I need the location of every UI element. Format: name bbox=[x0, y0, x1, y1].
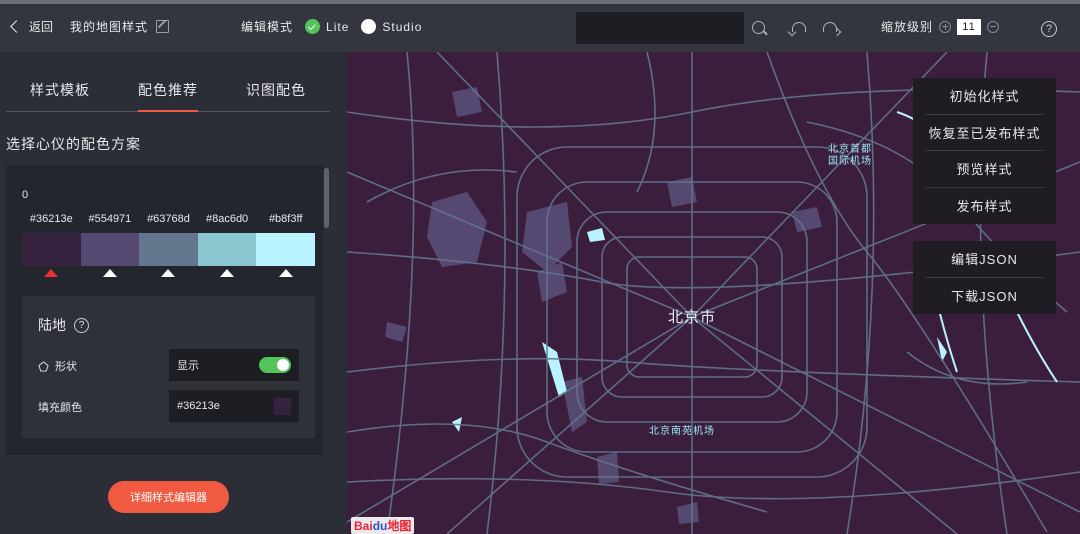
palette-hex-label: #8ac6d0 bbox=[205, 213, 249, 225]
palette-marker[interactable] bbox=[81, 269, 140, 277]
palette-scrollbar[interactable] bbox=[324, 168, 329, 228]
zoom-value[interactable]: 11 bbox=[957, 18, 982, 35]
section-subtitle: 选择心仪的配色方案 bbox=[6, 136, 141, 152]
search-input[interactable] bbox=[576, 12, 744, 44]
land-title-label: 陆地 bbox=[38, 317, 66, 333]
restore-published-button[interactable]: 恢复至已发布样式 bbox=[925, 115, 1044, 151]
shape-row-label: 形状 bbox=[38, 358, 77, 374]
edit-json-button[interactable]: 编辑JSON bbox=[925, 241, 1044, 278]
zoom-control: 缩放级别 11 bbox=[881, 18, 1000, 35]
sidebar-tabs: 样式模板 配色推荐 识图配色 bbox=[6, 74, 330, 112]
fill-color-value: #36213e bbox=[177, 400, 220, 412]
triangle-up-icon bbox=[44, 269, 59, 277]
pentagon-icon bbox=[38, 360, 49, 372]
palette-swatch[interactable] bbox=[80, 233, 140, 266]
zoom-in-icon[interactable] bbox=[939, 20, 952, 33]
palette-index: 0 bbox=[22, 189, 29, 201]
logo-cn: 地图 bbox=[387, 519, 412, 533]
publish-style-button[interactable]: 发布样式 bbox=[925, 188, 1044, 225]
tab-style-template[interactable]: 样式模板 bbox=[6, 74, 114, 111]
south-airport-label: 北京南苑机场 bbox=[649, 426, 715, 437]
help-circle-icon[interactable]: ? bbox=[74, 317, 89, 333]
radio-studio-icon[interactable] bbox=[361, 19, 377, 34]
palette-marker[interactable] bbox=[198, 269, 257, 277]
palette-panel: 0 #36213e #554971 #63768d #8ac6d0 #b8f3ff 陆地… bbox=[6, 165, 323, 455]
shape-visible-toggle[interactable] bbox=[259, 357, 291, 373]
palette-swatch-row bbox=[22, 233, 315, 266]
detail-style-editor-button[interactable]: 详细样式编辑器 bbox=[108, 481, 229, 513]
airport-label-line1: 北京首都 bbox=[828, 144, 872, 155]
preview-style-button[interactable]: 预览样式 bbox=[925, 151, 1044, 188]
palette-hex-row: #36213e #554971 #63768d #8ac6d0 #b8f3ff bbox=[22, 213, 315, 225]
search-icon[interactable] bbox=[752, 21, 765, 34]
palette-hex-label: #63768d bbox=[147, 213, 190, 225]
mode-studio-label[interactable]: Studio bbox=[382, 20, 422, 34]
palette-swatch[interactable] bbox=[22, 233, 81, 266]
land-title: 陆地 ? bbox=[38, 315, 89, 335]
help-icon[interactable]: ? bbox=[1041, 21, 1057, 37]
fill-label: 填充颜色 bbox=[38, 402, 82, 414]
mode-label: 编辑模式 bbox=[241, 20, 294, 34]
palette-swatch[interactable] bbox=[139, 233, 198, 266]
airport-label-line2: 国际机场 bbox=[828, 156, 872, 167]
edit-icon[interactable] bbox=[156, 20, 170, 33]
palette-marker[interactable] bbox=[139, 269, 198, 277]
shape-value: 显示 bbox=[177, 360, 199, 372]
palette-hex-label: #36213e bbox=[29, 213, 73, 225]
triangle-up-icon bbox=[102, 269, 117, 277]
shape-field: 显示 bbox=[169, 349, 299, 381]
style-sidebar: 样式模板 配色推荐 识图配色 选择心仪的配色方案 0 #36213e #55497… bbox=[0, 52, 347, 534]
land-settings: 陆地 ? 形状 显示 填充颜色 #36213e bbox=[22, 296, 315, 438]
tab-image-color[interactable]: 识图配色 bbox=[222, 74, 330, 111]
palette-swatch[interactable] bbox=[197, 233, 257, 266]
map-name-label: 我的地图样式 bbox=[70, 20, 149, 34]
download-json-button[interactable]: 下载JSON bbox=[925, 278, 1044, 315]
airport-label: 北京首都 国际机场 bbox=[828, 144, 872, 168]
fill-color-field[interactable]: #36213e bbox=[169, 390, 299, 422]
map-canvas[interactable]: 北京市 北京首都 国际机场 北京南苑机场 初始化样式 恢复至已发布样式 预览样式… bbox=[347, 52, 1080, 534]
fill-row-label: 填充颜色 bbox=[38, 399, 82, 415]
triangle-up-icon bbox=[161, 269, 176, 277]
redo-icon[interactable] bbox=[823, 22, 837, 32]
palette-hex-label: #554971 bbox=[88, 213, 132, 225]
zoom-out-icon[interactable] bbox=[987, 20, 1000, 33]
palette-hex-label: #b8f3ff bbox=[268, 213, 303, 225]
city-label: 北京市 bbox=[668, 309, 717, 326]
tab-color-recommend[interactable]: 配色推荐 bbox=[114, 74, 222, 112]
top-toolbar: 返回 我的地图样式 编辑模式 Lite Studio 缩放级别 11 ? bbox=[0, 0, 1080, 52]
chevron-left-icon bbox=[10, 20, 23, 33]
mode-lite-label[interactable]: Lite bbox=[326, 20, 349, 34]
zoom-label: 缩放级别 bbox=[881, 20, 934, 34]
back-button[interactable]: 返回 bbox=[10, 18, 54, 35]
style-actions-menu: 初始化样式 恢复至已发布样式 预览样式 发布样式 bbox=[913, 78, 1056, 224]
init-style-button[interactable]: 初始化样式 bbox=[925, 78, 1044, 115]
palette-marker[interactable] bbox=[256, 269, 315, 277]
mode-switch: 编辑模式 Lite Studio bbox=[241, 18, 422, 35]
triangle-up-icon bbox=[278, 269, 293, 277]
palette-swatch[interactable] bbox=[256, 233, 315, 266]
json-actions-menu: 编辑JSON 下载JSON bbox=[913, 241, 1056, 314]
back-label: 返回 bbox=[29, 20, 54, 34]
fill-color-swatch[interactable] bbox=[274, 398, 291, 415]
undo-icon[interactable] bbox=[792, 22, 806, 32]
triangle-up-icon bbox=[220, 269, 235, 277]
logo-du: du bbox=[372, 519, 388, 533]
logo-bai: Bai bbox=[354, 519, 373, 533]
baidu-map-logo: Baidu地图 bbox=[351, 517, 415, 534]
palette-marker[interactable] bbox=[22, 269, 81, 277]
map-name: 我的地图样式 bbox=[70, 18, 170, 35]
radio-lite-checked-icon[interactable] bbox=[305, 19, 321, 34]
palette-marker-row bbox=[22, 269, 315, 277]
shape-label: 形状 bbox=[55, 361, 77, 373]
